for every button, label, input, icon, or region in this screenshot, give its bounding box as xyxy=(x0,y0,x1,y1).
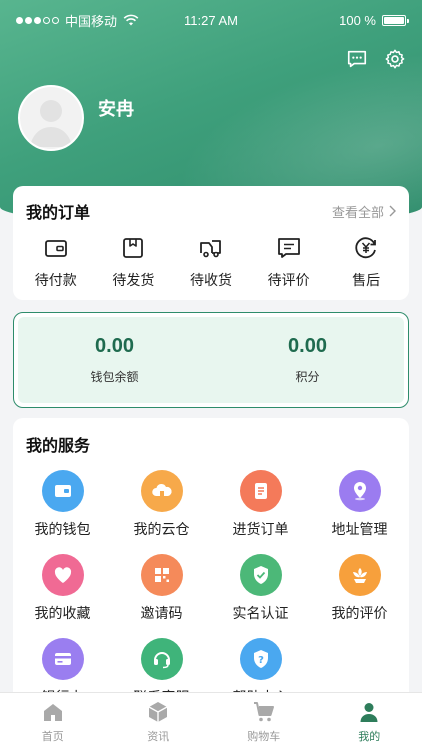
bank-card-icon xyxy=(41,638,84,680)
service-label: 地址管理 xyxy=(331,521,388,537)
document-icon xyxy=(239,470,282,512)
service-label: 进货订单 xyxy=(232,521,289,537)
order-label: 待评价 xyxy=(267,272,310,288)
user-icon xyxy=(360,702,378,722)
heart-icon xyxy=(41,554,84,596)
settings-icon[interactable] xyxy=(384,48,406,70)
service-invite-code[interactable]: 邀请码 xyxy=(112,554,211,638)
service-label: 我的评价 xyxy=(331,605,388,621)
service-address-management[interactable]: 地址管理 xyxy=(310,470,409,554)
order-label: 待付款 xyxy=(34,272,77,288)
service-help-center[interactable]: ? 帮助中心 xyxy=(211,638,310,698)
service-contact-support[interactable]: 联系客服 xyxy=(112,638,211,698)
tab-profile[interactable]: 我的 xyxy=(317,693,422,750)
comment-icon xyxy=(277,238,300,258)
tab-news[interactable]: 资讯 xyxy=(106,693,212,750)
avatar[interactable] xyxy=(18,85,84,151)
service-purchase-orders[interactable]: 进货订单 xyxy=(211,470,310,554)
order-label: 待收货 xyxy=(189,272,232,288)
service-label: 邀请码 xyxy=(140,605,183,621)
message-icon[interactable] xyxy=(346,48,368,70)
points[interactable]: 0.00 积分 xyxy=(211,317,404,403)
view-all-orders-link[interactable]: 查看全部 xyxy=(332,202,396,221)
service-label: 我的云仓 xyxy=(133,521,190,537)
order-label: 售后 xyxy=(352,272,381,288)
service-my-favorites[interactable]: 我的收藏 xyxy=(13,554,112,638)
battery-icon xyxy=(382,14,409,26)
username: 安冉 xyxy=(98,99,134,119)
service-label: 我的钱包 xyxy=(34,521,91,537)
carrier-label: 中国移动 xyxy=(65,13,118,29)
flower-icon xyxy=(338,554,381,596)
tab-label: 购物车 xyxy=(247,730,281,743)
view-all-label: 查看全部 xyxy=(331,204,384,220)
wifi-icon xyxy=(123,14,139,26)
truck-icon xyxy=(200,240,221,258)
tab-label: 首页 xyxy=(41,730,64,743)
tab-label: 资讯 xyxy=(147,730,170,743)
service-real-name-verification[interactable]: 实名认证 xyxy=(211,554,310,638)
shield-check-icon xyxy=(239,554,282,596)
order-status-after-sales[interactable]: 售后 xyxy=(330,235,402,290)
signal-icon xyxy=(16,16,59,24)
status-time: 11:27 AM xyxy=(184,12,238,28)
tab-label: 我的 xyxy=(358,730,381,743)
service-my-cloud-warehouse[interactable]: 我的云仓 xyxy=(112,470,211,554)
points-label: 积分 xyxy=(295,370,320,384)
home-icon xyxy=(43,703,62,721)
cart-icon xyxy=(253,701,274,721)
services-card: 我的服务 我的钱包 我的云仓 进货订单 地址管理 我的收藏 邀请码 实名认证 我… xyxy=(13,418,409,698)
wallet-balance[interactable]: 0.00 钱包余额 xyxy=(18,317,211,403)
order-status-pending-payment[interactable]: 待付款 xyxy=(20,235,92,290)
cloud-house-icon xyxy=(140,470,183,512)
wallet-balance-value: 0.00 xyxy=(95,335,134,357)
order-status-pending-shipment[interactable]: 待发货 xyxy=(97,235,169,290)
service-bank-card[interactable]: 银行卡 xyxy=(13,638,112,698)
wallet-card: 0.00 钱包余额 0.00 积分 xyxy=(13,312,409,408)
orders-card: 我的订单 查看全部 待付款 待发货 待收货 待评价 售后 xyxy=(13,186,409,300)
bottom-tab-bar: 首页 资讯 购物车 我的 xyxy=(0,692,422,750)
service-my-wallet[interactable]: 我的钱包 xyxy=(13,470,112,554)
orders-title: 我的订单 xyxy=(26,205,91,222)
order-status-pending-receipt[interactable]: 待收货 xyxy=(175,235,247,290)
cube-icon xyxy=(148,701,168,722)
location-icon xyxy=(338,470,381,512)
default-avatar-icon xyxy=(20,87,82,149)
wallet-balance-label: 钱包余额 xyxy=(90,370,139,384)
services-title: 我的服务 xyxy=(26,438,91,455)
qr-code-icon xyxy=(140,554,183,596)
tab-cart[interactable]: 购物车 xyxy=(211,693,317,750)
yuan-refund-icon xyxy=(355,237,377,259)
service-label: 我的收藏 xyxy=(34,605,91,621)
status-bar: 中国移动 11:27 AM 100 % xyxy=(0,0,422,40)
wallet-icon xyxy=(41,470,84,512)
order-status-pending-review[interactable]: 待评价 xyxy=(253,235,325,290)
headset-icon xyxy=(140,638,183,680)
svg-text:?: ? xyxy=(258,655,264,666)
wallet-icon xyxy=(44,240,67,257)
battery-percent: 100 % xyxy=(339,12,376,28)
help-icon: ? xyxy=(239,638,282,680)
service-label: 实名认证 xyxy=(232,605,289,621)
chevron-right-icon xyxy=(389,205,396,217)
package-icon xyxy=(123,238,144,258)
tab-home[interactable]: 首页 xyxy=(0,693,106,750)
service-my-reviews[interactable]: 我的评价 xyxy=(310,554,409,638)
points-value: 0.00 xyxy=(288,335,327,357)
order-label: 待发货 xyxy=(112,272,155,288)
